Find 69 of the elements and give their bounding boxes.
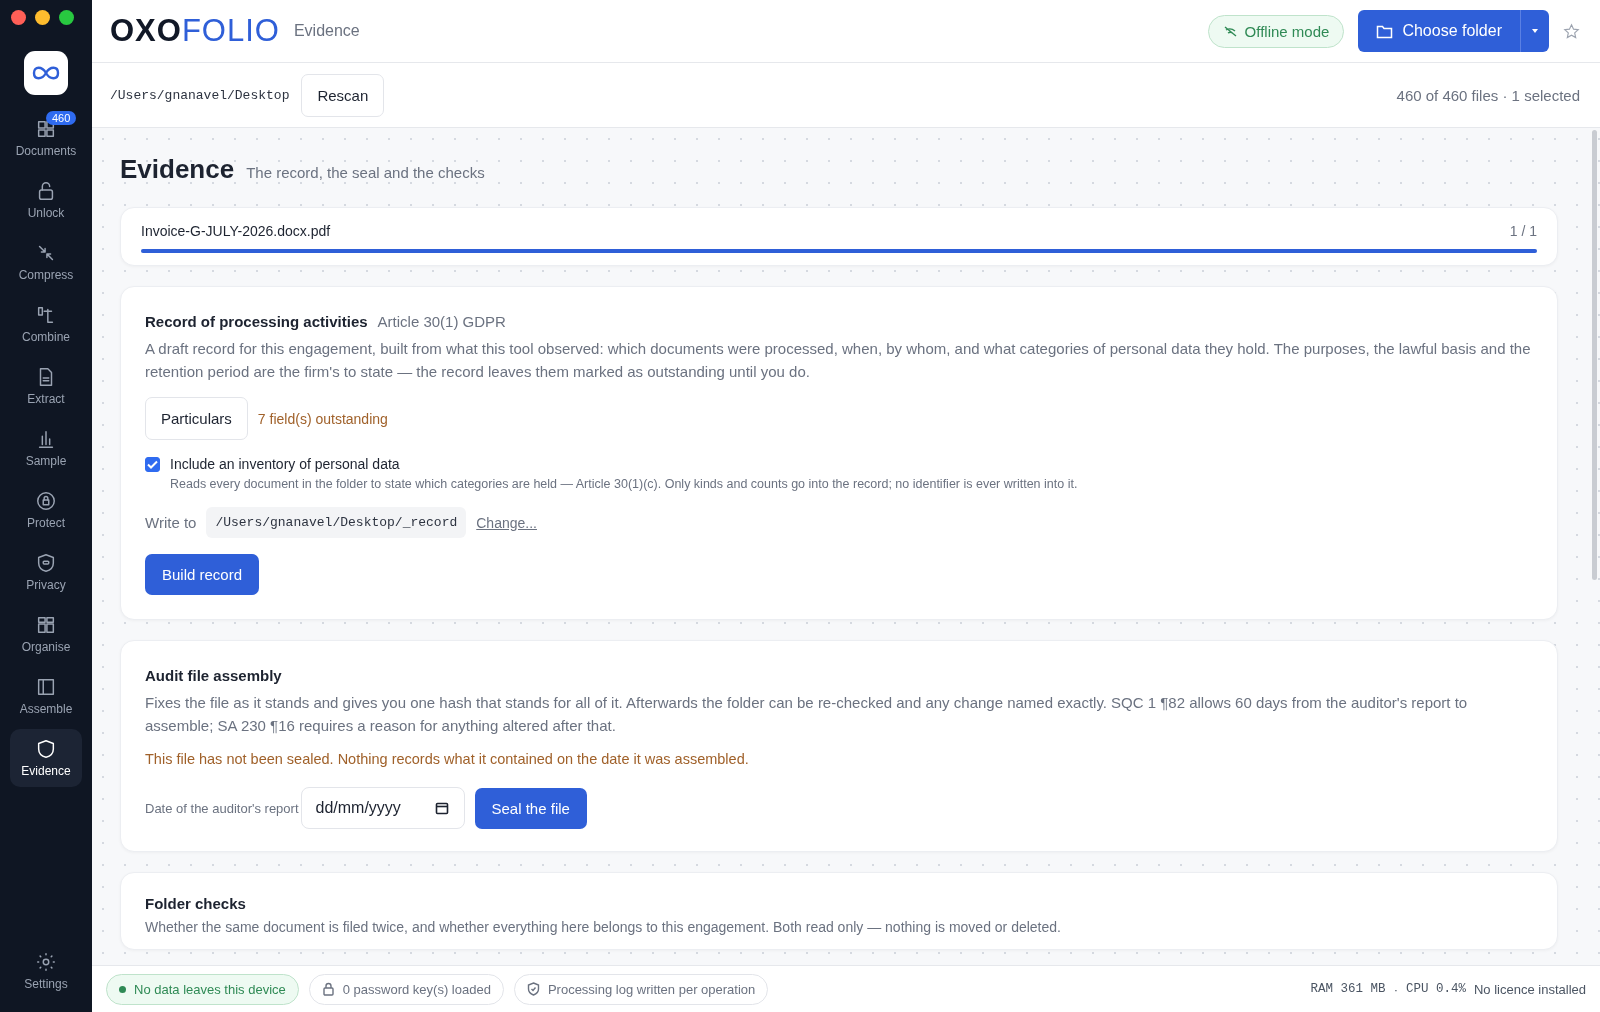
scrollbar[interactable] bbox=[1592, 130, 1597, 580]
file-name: Invoice-G-JULY-2026.docx.pdf bbox=[141, 223, 331, 239]
folder-path: /Users/gnanavel/Desktop bbox=[110, 87, 290, 103]
inventory-checkbox[interactable] bbox=[145, 456, 160, 472]
status-dot-icon bbox=[119, 985, 126, 993]
card-title: Record of processing activities bbox=[145, 313, 368, 330]
shield-icon bbox=[35, 552, 57, 574]
layout-icon bbox=[35, 614, 57, 636]
write-to-label: Write to bbox=[145, 514, 197, 531]
app-icon bbox=[24, 51, 68, 95]
seal-button[interactable]: Seal the file bbox=[474, 787, 587, 829]
window-maximize-button[interactable] bbox=[59, 10, 74, 25]
window-close-button[interactable] bbox=[11, 10, 26, 25]
settings-button[interactable]: Settings bbox=[10, 942, 82, 1000]
build-record-button[interactable]: Build record bbox=[145, 554, 260, 595]
padlock-icon bbox=[321, 982, 335, 996]
offline-badge: Offline mode bbox=[1207, 14, 1345, 48]
folder-icon bbox=[1376, 23, 1394, 39]
particulars-button[interactable]: Particulars bbox=[145, 397, 248, 440]
sidebar-item[interactable]: Extract bbox=[10, 357, 82, 415]
page-subtitle: The record, the seal and the checks bbox=[246, 164, 485, 181]
card-description: Whether the same document is filed twice, and whether everything here belongs to this engagement. Both read only — nothing is moved or deleted. bbox=[145, 918, 1062, 937]
book-icon bbox=[35, 676, 57, 698]
sidebar-item[interactable]: Organise bbox=[10, 605, 82, 663]
window-minimize-button[interactable] bbox=[35, 10, 50, 25]
output-path: /Users/gnanavel/Desktop/_record bbox=[206, 507, 467, 538]
licence-status: No licence installed bbox=[1474, 981, 1586, 997]
separator-dot: · bbox=[1393, 981, 1398, 997]
sidebar-item[interactable]: Combine bbox=[10, 295, 82, 353]
caret-icon bbox=[1532, 29, 1538, 33]
sidebar-item[interactable]: Assemble bbox=[10, 667, 82, 725]
settings-icon bbox=[35, 951, 57, 973]
change-link[interactable]: Change... bbox=[476, 514, 537, 531]
calendar-icon bbox=[434, 801, 449, 815]
file-count: 460 of 460 files · 1 selected bbox=[1396, 86, 1580, 104]
checkbox-hint: Reads every document in the folder to state which categories are held — Article 30(1)(c). Only kinds and counts go into the record; no identifier is ever written into it. bbox=[170, 477, 1079, 491]
sidebar-item[interactable]: Sample bbox=[10, 419, 82, 477]
card-title: Folder checks bbox=[145, 895, 246, 912]
section-title: Evidence bbox=[293, 22, 360, 40]
pill-text: No data leaves this device bbox=[134, 981, 286, 997]
choose-folder-button[interactable]: Choose folder bbox=[1358, 10, 1520, 52]
date-field[interactable]: dd/mm/yyyy bbox=[300, 787, 465, 829]
rescan-button[interactable]: Rescan bbox=[301, 73, 385, 117]
card-title: Audit file assembly bbox=[145, 667, 282, 684]
sidebar-item[interactable]: Documents 460 bbox=[10, 109, 82, 167]
sidebar-item[interactable]: Privacy bbox=[10, 543, 82, 601]
sidebar-item[interactable]: Evidence bbox=[10, 729, 82, 787]
pill-text: Processing log written per operation bbox=[547, 981, 756, 997]
outstanding-note: 7 field(s) outstanding bbox=[257, 410, 388, 427]
count-badge: 460 bbox=[46, 111, 77, 125]
card-description: Fixes the file as it stands and gives you one hash that stands for all of it. Afterwards the folder can be re-checked and any change named exactly. SQC 1 ¶82 allows 60 days from the auditor's report to assemble; SA 230 ¶16 requires a reason for anything altered after that. bbox=[145, 693, 1469, 736]
card-description: A draft record for this engagement, built from what this tool observed: which documents were processed, when, by whom, and what categories of personal data they hold. The purposes, the lawful basis and the retention period are the firm's to state — the record leaves them marked as outstanding until you do. bbox=[145, 339, 1532, 382]
date-label: Date of the auditor's report bbox=[145, 800, 299, 816]
pill-text: 0 password key(s) loaded bbox=[342, 981, 491, 997]
shield-check-icon bbox=[526, 982, 540, 996]
sidebar-item[interactable]: Compress bbox=[10, 233, 82, 291]
shield-lock-icon bbox=[35, 490, 57, 512]
file-position: 1 / 1 bbox=[1509, 223, 1537, 239]
seal-warning: This file has not been sealed. Nothing records what it contained on the date it was assembled. bbox=[145, 751, 750, 767]
page-title: Evidence bbox=[120, 154, 235, 185]
app-logo: OXOFOLIO bbox=[110, 13, 280, 49]
card-reference: Article 30(1) GDPR bbox=[377, 313, 506, 330]
shield-icon bbox=[35, 738, 57, 760]
star-icon[interactable] bbox=[1563, 22, 1580, 40]
cpu-usage: CPU 0.4% bbox=[1405, 982, 1466, 996]
sidebar-item[interactable]: Protect bbox=[10, 481, 82, 539]
ram-usage: RAM 361 MB bbox=[1310, 982, 1386, 996]
checkbox-label: Include an inventory of personal data bbox=[170, 456, 400, 472]
sidebar-item[interactable]: Unlock bbox=[10, 171, 82, 229]
